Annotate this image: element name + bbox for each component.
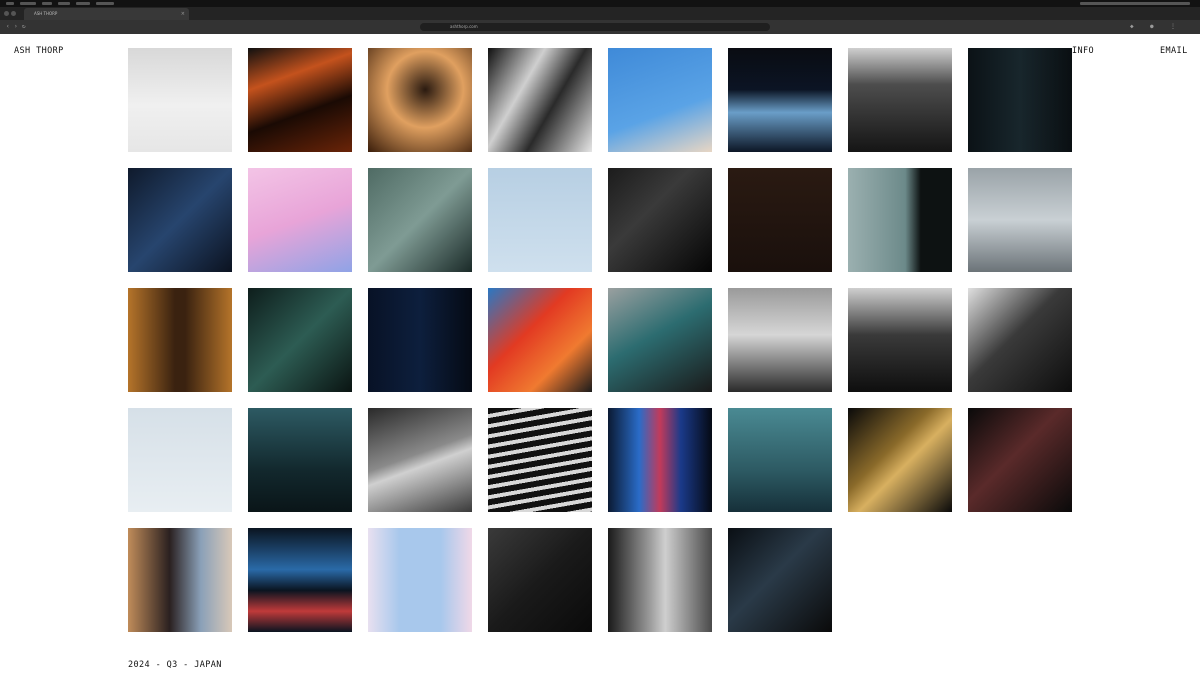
minimize-window-icon[interactable] bbox=[11, 11, 16, 16]
browser-toolbar: ‹ › ↻ ashthorp.com ◆ ● ⋮ bbox=[0, 20, 1200, 34]
photo-red-orange-car[interactable] bbox=[488, 288, 592, 392]
gallery-caption: 2024 - Q3 - JAPAN bbox=[128, 660, 222, 670]
photo-sky-between-buildings[interactable] bbox=[368, 528, 472, 632]
photo-dark-car-detail[interactable] bbox=[608, 168, 712, 272]
photo-navy-corner-shadow[interactable] bbox=[128, 168, 232, 272]
menu-item[interactable] bbox=[96, 2, 114, 5]
photo-pale-blue-haze[interactable] bbox=[488, 168, 592, 272]
photo-dark-doorway[interactable] bbox=[968, 48, 1072, 152]
menu-item[interactable] bbox=[20, 2, 36, 5]
tab-close-icon[interactable]: × bbox=[181, 8, 185, 20]
photo-green-hallway[interactable] bbox=[248, 288, 352, 392]
photo-dark-glass-shard[interactable] bbox=[728, 528, 832, 632]
menu-item[interactable] bbox=[76, 2, 90, 5]
reload-icon[interactable]: ↻ bbox=[22, 24, 28, 30]
nav-info-link[interactable]: INFO bbox=[1072, 46, 1094, 56]
photo-navy-yellow-lines[interactable] bbox=[368, 288, 472, 392]
photo-dark-red-light-trails[interactable] bbox=[968, 408, 1072, 512]
photo-pink-building-window[interactable] bbox=[248, 168, 352, 272]
apple-menu-icon[interactable] bbox=[6, 2, 14, 5]
menu-item[interactable] bbox=[58, 2, 70, 5]
photo-blue-neon-streaks[interactable] bbox=[248, 528, 352, 632]
forward-arrow-icon[interactable]: › bbox=[14, 24, 20, 30]
web-page: ASH THORP INFO EMAIL 2024 - Q3 - JAPAN bbox=[0, 34, 1200, 675]
profile-icon[interactable]: ● bbox=[1150, 24, 1156, 30]
photo-teal-fog[interactable] bbox=[728, 408, 832, 512]
photo-dark-teal-gradient[interactable] bbox=[248, 408, 352, 512]
menu-item[interactable] bbox=[42, 2, 52, 5]
photo-white-grid-ceiling[interactable] bbox=[128, 48, 232, 152]
photo-blurred-pedestrians[interactable] bbox=[128, 528, 232, 632]
photo-blue-horizon-dark[interactable] bbox=[728, 48, 832, 152]
photo-bw-stair-pattern[interactable] bbox=[488, 408, 592, 512]
photo-dark-window-frame[interactable] bbox=[488, 528, 592, 632]
photo-neon-blue-streaks[interactable] bbox=[608, 408, 712, 512]
address-bar[interactable]: ashthorp.com bbox=[420, 23, 770, 31]
photo-orange-light-streaks[interactable] bbox=[248, 48, 352, 152]
address-text: ashthorp.com bbox=[450, 24, 478, 29]
photo-misty-teal-glass[interactable] bbox=[848, 168, 952, 272]
browser-tab[interactable]: ASH THORP × bbox=[24, 8, 189, 20]
photo-bw-abstract-lines[interactable] bbox=[488, 48, 592, 152]
os-menu-bar bbox=[0, 0, 1200, 7]
close-window-icon[interactable] bbox=[4, 11, 9, 16]
photo-bw-dark-doorway[interactable] bbox=[848, 288, 952, 392]
photo-bw-tower-clouds[interactable] bbox=[728, 288, 832, 392]
nav-email-link[interactable]: EMAIL bbox=[1160, 46, 1188, 56]
photo-snow-footprints[interactable] bbox=[128, 408, 232, 512]
extensions-icon[interactable]: ◆ bbox=[1130, 24, 1136, 30]
back-arrow-icon[interactable]: ‹ bbox=[6, 24, 12, 30]
photo-bw-curved-rails[interactable] bbox=[968, 288, 1072, 392]
site-brand-link[interactable]: ASH THORP bbox=[14, 46, 64, 56]
photo-teal-stairwell[interactable] bbox=[368, 168, 472, 272]
photo-blue-sky-building[interactable] bbox=[608, 48, 712, 152]
tab-title: ASH THORP bbox=[34, 11, 58, 16]
photo-bw-diagonal-road[interactable] bbox=[368, 408, 472, 512]
photo-dark-window-room[interactable] bbox=[848, 48, 952, 152]
photo-garage-door[interactable] bbox=[968, 168, 1072, 272]
photo-figure-warm-blur[interactable] bbox=[368, 48, 472, 152]
browser-tab-strip: ASH THORP × bbox=[0, 7, 1200, 20]
more-menu-icon[interactable]: ⋮ bbox=[1170, 24, 1176, 30]
photo-amber-corridor[interactable] bbox=[128, 288, 232, 392]
status-icons bbox=[1080, 2, 1190, 5]
photo-bw-building-corner[interactable] bbox=[608, 528, 712, 632]
photo-teal-car-interior[interactable] bbox=[608, 288, 712, 392]
photo-grid bbox=[128, 48, 1072, 632]
photo-dark-brown-texture[interactable] bbox=[728, 168, 832, 272]
photo-gold-light-trails[interactable] bbox=[848, 408, 952, 512]
